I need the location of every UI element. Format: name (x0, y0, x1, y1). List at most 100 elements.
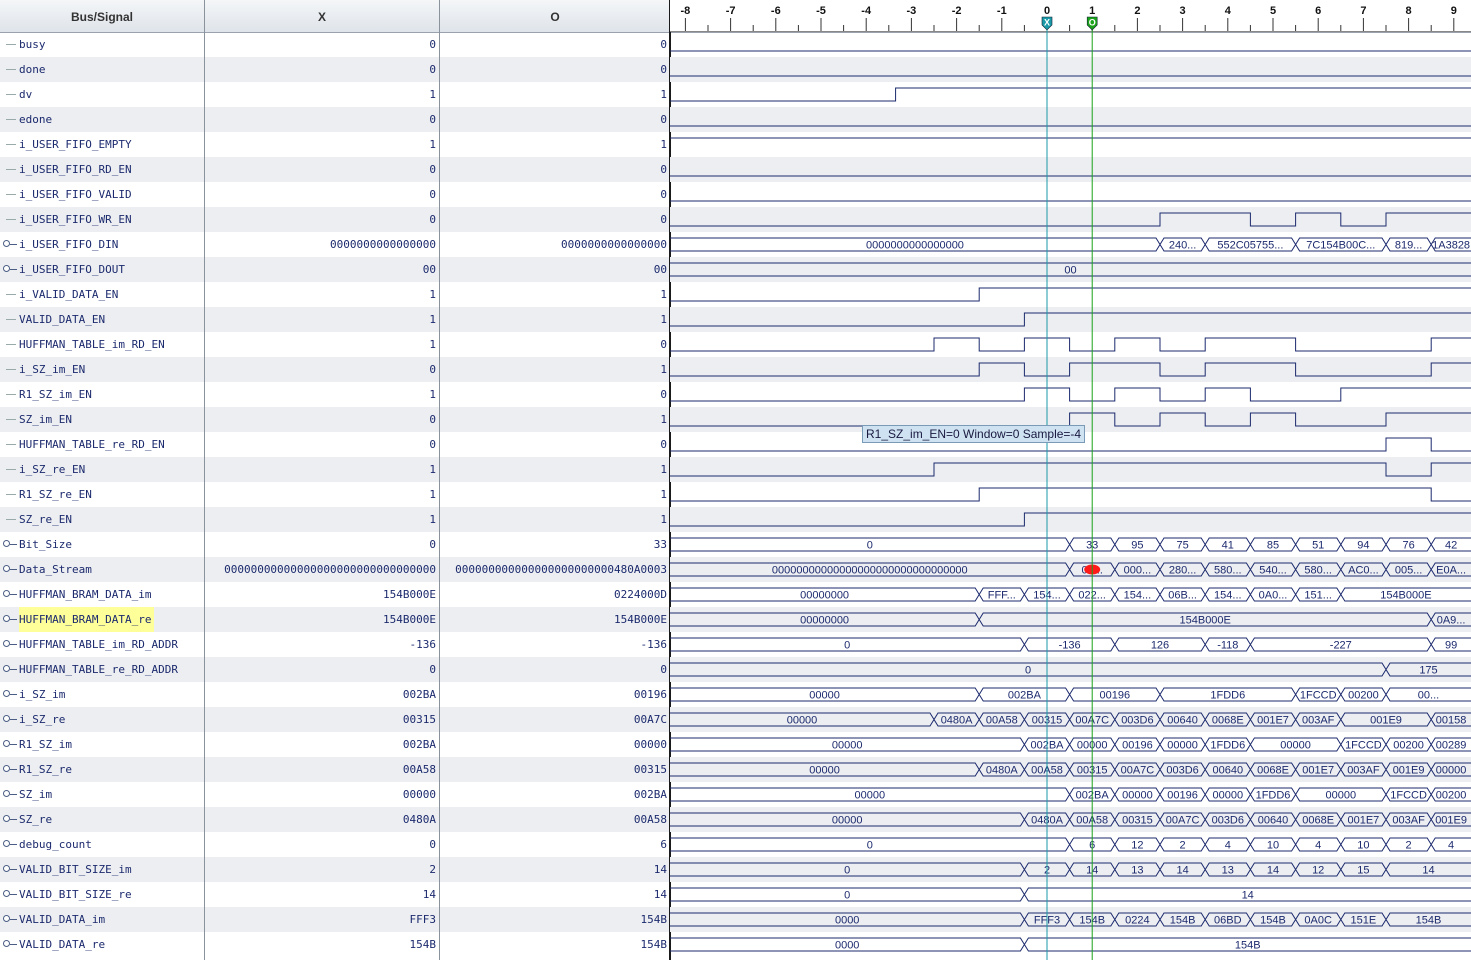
signal-row-VALID_BIT_SIZE_im[interactable]: VALID_BIT_SIZE_im 2 14 (0, 857, 670, 882)
signal-row-i_USER_FIFO_WR_EN[interactable]: i_USER_FIFO_WR_EN 0 0 (0, 207, 670, 232)
signal-name[interactable]: i_USER_FIFO_WR_EN (19, 207, 132, 232)
signal-name[interactable]: i_SZ_im (19, 682, 65, 707)
signal-row-i_VALID_DATA_EN[interactable]: i_VALID_DATA_EN 1 1 (0, 282, 670, 307)
signal-name[interactable]: R1_SZ_re (19, 757, 72, 782)
bus-expand-icon[interactable] (3, 915, 10, 922)
signal-row-i_SZ_im_EN[interactable]: i_SZ_im_EN 0 1 (0, 357, 670, 382)
signal-row-VALID_DATA_EN[interactable]: VALID_DATA_EN 1 1 (0, 307, 670, 332)
bus-expand-icon[interactable] (3, 890, 10, 897)
waveform-i_VALID_DATA_EN[interactable] (670, 287, 1471, 302)
time-ruler[interactable] (670, 0, 1471, 32)
signal-name[interactable]: i_SZ_re_EN (19, 457, 85, 482)
signal-name[interactable]: i_VALID_DATA_EN (19, 282, 118, 307)
signal-row-Bit_Size[interactable]: Bit_Size 0 33 (0, 532, 670, 557)
signal-name[interactable]: edone (19, 107, 52, 132)
signal-row-done[interactable]: done 0 0 (0, 57, 670, 82)
bus-expand-icon[interactable] (3, 865, 10, 872)
signal-row-SZ_re[interactable]: SZ_re 0480A 00A58 (0, 807, 670, 832)
signal-row-HUFFMAN_TABLE_re_RD_ADDR[interactable]: HUFFMAN_TABLE_re_RD_ADDR 0 0 (0, 657, 670, 682)
signal-row-VALID_DATA_im[interactable]: VALID_DATA_im FFF3 154B (0, 907, 670, 932)
bus-expand-icon[interactable] (3, 740, 10, 747)
x-column-header[interactable]: X (205, 0, 439, 32)
signal-row-i_USER_FIFO_EMPTY[interactable]: i_USER_FIFO_EMPTY 1 1 (0, 132, 670, 157)
signal-name[interactable]: HUFFMAN_TABLE_re_RD_EN (19, 432, 165, 457)
signal-row-edone[interactable]: edone 0 0 (0, 107, 670, 132)
signal-name[interactable]: SZ_im (19, 782, 52, 807)
signal-name[interactable]: HUFFMAN_BRAM_DATA_im (19, 582, 151, 607)
signal-row-debug_count[interactable]: debug_count 0 6 (0, 832, 670, 857)
signal-name[interactable]: R1_SZ_im (19, 732, 72, 757)
signal-name[interactable]: HUFFMAN_TABLE_im_RD_ADDR (19, 632, 178, 657)
signal-row-HUFFMAN_BRAM_DATA_im[interactable]: HUFFMAN_BRAM_DATA_im 154B000E 0224000D (0, 582, 670, 607)
signal-name[interactable]: R1_SZ_re_EN (19, 482, 92, 507)
signal-name[interactable]: i_USER_FIFO_RD_EN (19, 157, 132, 182)
signal-name[interactable]: Bit_Size (19, 532, 72, 557)
signal-name[interactable]: busy (19, 32, 46, 57)
bus-expand-icon[interactable] (3, 565, 10, 572)
o-column-header[interactable]: O (440, 0, 670, 32)
signal-name[interactable]: debug_count (19, 832, 92, 857)
bus-expand-icon[interactable] (3, 690, 10, 697)
signal-row-SZ_re_EN[interactable]: SZ_re_EN 1 1 (0, 507, 670, 532)
bus-expand-icon[interactable] (3, 815, 10, 822)
signal-name[interactable]: done (19, 57, 46, 82)
signal-name[interactable]: i_USER_FIFO_EMPTY (19, 132, 132, 157)
signal-row-dv[interactable]: dv 1 1 (0, 82, 670, 107)
signal-name[interactable]: i_SZ_re (19, 707, 65, 732)
signal-name[interactable]: VALID_DATA_im (19, 907, 105, 932)
signal-column-header[interactable]: Bus/Signal (0, 0, 204, 32)
signal-row-VALID_BIT_SIZE_re[interactable]: VALID_BIT_SIZE_re 14 14 (0, 882, 670, 907)
bus-expand-icon[interactable] (3, 240, 10, 247)
waveform-pane[interactable]: -8 -7 -6 -5 -4 -3 -2 -1 0 1 2 3 4 5 6 7 8 900000000000000… (670, 0, 1471, 960)
signal-row-i_SZ_re_EN[interactable]: i_SZ_re_EN 1 1 (0, 457, 670, 482)
bus-expand-icon[interactable] (3, 540, 10, 547)
bus-expand-icon[interactable] (3, 765, 10, 772)
signal-name[interactable]: VALID_BIT_SIZE_im (19, 857, 132, 882)
waveform-HUFFMAN_TABLE_im_RD_EN[interactable] (670, 337, 1471, 352)
signal-name[interactable]: i_USER_FIFO_DOUT (19, 257, 125, 282)
waveform-dv[interactable] (670, 87, 1471, 102)
bus-expand-icon[interactable] (3, 715, 10, 722)
signal-row-SZ_im_EN[interactable]: SZ_im_EN 0 1 (0, 407, 670, 432)
signal-row-i_USER_FIFO_DOUT[interactable]: i_USER_FIFO_DOUT 00 00 (0, 257, 670, 282)
signal-name[interactable]: SZ_re_EN (19, 507, 72, 532)
signal-name[interactable]: i_USER_FIFO_VALID (19, 182, 132, 207)
signal-row-i_SZ_im[interactable]: i_SZ_im 002BA 00196 (0, 682, 670, 707)
signal-row-HUFFMAN_BRAM_DATA_re[interactable]: HUFFMAN_BRAM_DATA_re 154B000E 154B000E (0, 607, 670, 632)
signal-row-i_SZ_re[interactable]: i_SZ_re 00315 00A7C (0, 707, 670, 732)
waveform-R1_SZ_re_EN[interactable] (670, 487, 1471, 502)
signal-row-R1_SZ_re[interactable]: R1_SZ_re 00A58 00315 (0, 757, 670, 782)
signal-name[interactable]: SZ_re (19, 807, 52, 832)
x-column-divider[interactable] (439, 0, 440, 960)
signal-row-R1_SZ_re_EN[interactable]: R1_SZ_re_EN 1 1 (0, 482, 670, 507)
signal-name[interactable]: VALID_DATA_EN (19, 307, 105, 332)
signal-row-HUFFMAN_TABLE_im_RD_ADDR[interactable]: HUFFMAN_TABLE_im_RD_ADDR -136 -136 (0, 632, 670, 657)
signal-name[interactable]: i_SZ_im_EN (19, 357, 85, 382)
signal-name[interactable]: i_USER_FIFO_DIN (19, 232, 118, 257)
signal-name[interactable]: HUFFMAN_BRAM_DATA_re (19, 607, 155, 632)
signal-name[interactable]: Data_Stream (19, 557, 92, 582)
bus-expand-icon[interactable] (3, 790, 10, 797)
bus-expand-icon[interactable] (3, 940, 10, 947)
signal-name[interactable]: R1_SZ_im_EN (19, 382, 92, 407)
signal-name[interactable]: dv (19, 82, 32, 107)
signal-row-i_USER_FIFO_RD_EN[interactable]: i_USER_FIFO_RD_EN 0 0 (0, 157, 670, 182)
signal-name[interactable]: SZ_im_EN (19, 407, 72, 432)
signal-row-R1_SZ_im[interactable]: R1_SZ_im 002BA 00000 (0, 732, 670, 757)
signal-row-busy[interactable]: busy 0 0 (0, 32, 670, 57)
bus-expand-icon[interactable] (3, 665, 10, 672)
bus-expand-icon[interactable] (3, 640, 10, 647)
signal-name[interactable]: HUFFMAN_TABLE_im_RD_EN (19, 332, 165, 357)
signal-name[interactable]: HUFFMAN_TABLE_re_RD_ADDR (19, 657, 178, 682)
signal-row-i_USER_FIFO_DIN[interactable]: i_USER_FIFO_DIN 0000000000000000 000000000… (0, 232, 670, 257)
signal-row-VALID_DATA_re[interactable]: VALID_DATA_re 154B 154B (0, 932, 670, 957)
waveform-R1_SZ_im_EN[interactable] (670, 387, 1471, 402)
signal-row-HUFFMAN_TABLE_im_RD_EN[interactable]: HUFFMAN_TABLE_im_RD_EN 1 0 (0, 332, 670, 357)
bus-expand-icon[interactable] (3, 265, 10, 272)
signal-column-divider[interactable] (204, 0, 205, 960)
bus-expand-icon[interactable] (3, 840, 10, 847)
bus-expand-icon[interactable] (3, 615, 10, 622)
bus-expand-icon[interactable] (3, 590, 10, 597)
signal-row-HUFFMAN_TABLE_re_RD_EN[interactable]: HUFFMAN_TABLE_re_RD_EN 0 0 (0, 432, 670, 457)
signal-name[interactable]: VALID_DATA_re (19, 932, 105, 957)
